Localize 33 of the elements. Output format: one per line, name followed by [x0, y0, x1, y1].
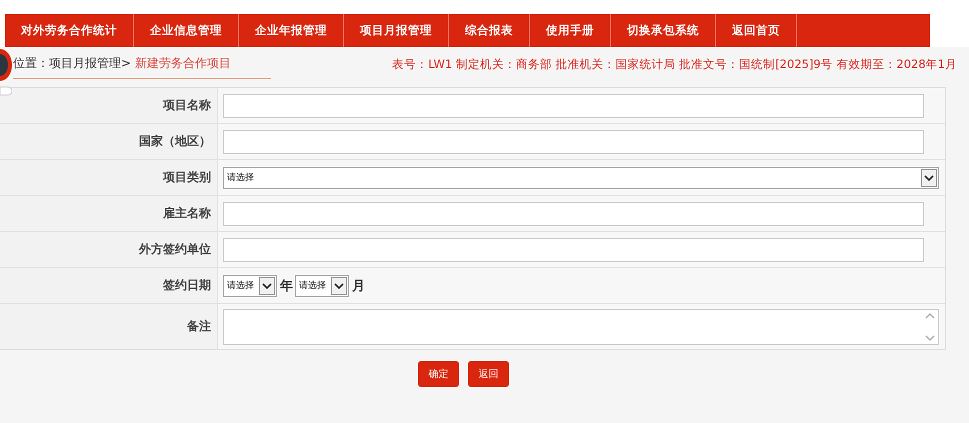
field-label: 外方签约单位: [139, 241, 211, 258]
field-label: 项目类别: [163, 169, 211, 186]
unit-label: 年: [280, 278, 293, 294]
breadcrumb-current: 新建劳务合作项目: [135, 56, 232, 70]
nav-item[interactable]: 使用手册: [530, 14, 611, 47]
input-field[interactable]: [223, 94, 924, 118]
form-info-text: 表号：LW1 制定机关：商务部 批准机关：国家统计局 批准文号：国统制[2025]9号 有效期至：2028年1月: [392, 56, 957, 72]
nav-item[interactable]: 企业年报管理: [239, 14, 344, 47]
nav-item[interactable]: 项目月报管理: [344, 14, 449, 47]
field-label: 签约日期: [163, 277, 211, 294]
textarea-field[interactable]: [223, 308, 939, 344]
field-label: 国家（地区）: [139, 133, 211, 150]
breadcrumb-path: 位置：项目月报管理>: [13, 56, 132, 70]
field-label: 项目名称: [163, 97, 211, 114]
nav-item[interactable]: 企业信息管理: [134, 14, 239, 47]
select-field[interactable]: 请选择: [223, 274, 277, 296]
nav-item[interactable]: 返回首页: [716, 14, 797, 47]
caret-icon: [921, 168, 937, 186]
confirm-button[interactable]: 确定: [418, 361, 459, 387]
caret-icon: [259, 276, 275, 294]
select-field[interactable]: 请选择: [223, 166, 939, 188]
select-field[interactable]: 请选择: [295, 274, 349, 296]
back-button[interactable]: 返回: [468, 361, 509, 387]
nav-item[interactable]: 综合报表: [449, 14, 530, 47]
field-label: 备注: [187, 318, 211, 335]
input-field[interactable]: [223, 202, 924, 226]
unit-label: 月: [352, 278, 365, 294]
input-field[interactable]: [223, 238, 924, 262]
nav-item[interactable]: 切换承包系统: [611, 14, 716, 47]
field-label: 雇主名称: [163, 205, 211, 222]
nav-item[interactable]: 对外劳务合作统计: [5, 14, 134, 47]
input-field[interactable]: [223, 130, 924, 154]
caret-icon: [331, 276, 347, 294]
